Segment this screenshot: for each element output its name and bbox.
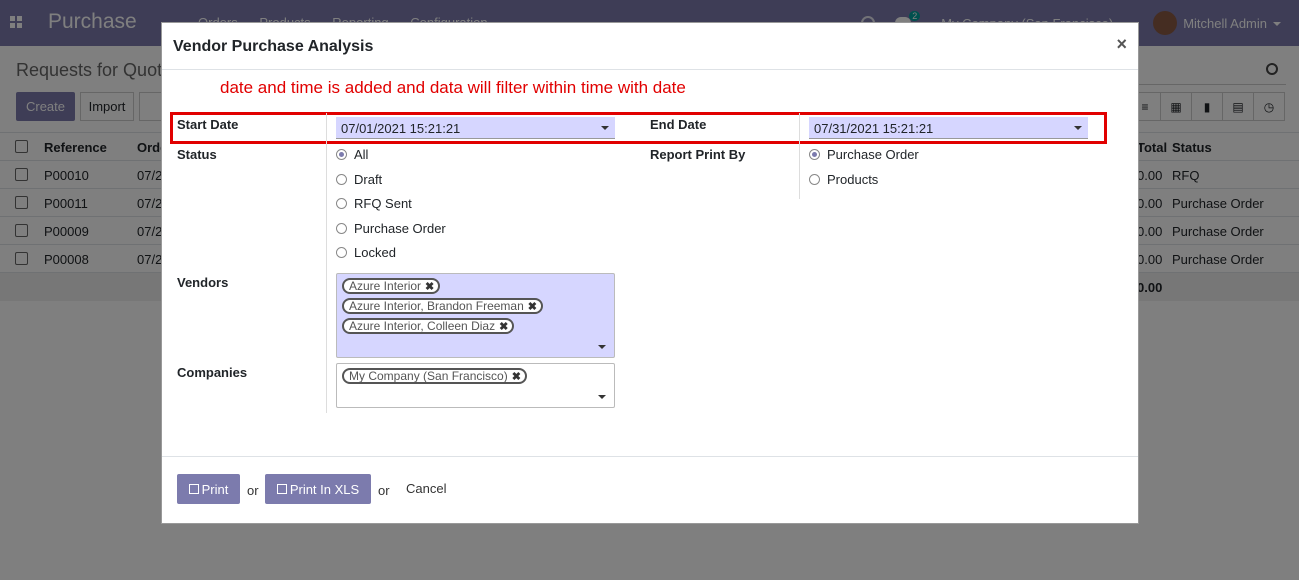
company-tag: My Company (San Francisco) ✖ — [342, 368, 527, 384]
radio-icon[interactable] — [809, 174, 820, 185]
report-print-by-label: Report Print By — [650, 147, 746, 162]
status-option-purchase-order[interactable]: Purchase Order — [336, 221, 446, 236]
radio-icon[interactable] — [336, 198, 347, 209]
chevron-down-icon[interactable] — [1074, 126, 1082, 130]
radio-icon[interactable] — [336, 223, 347, 234]
report-option-purchase-order[interactable]: Purchase Order — [809, 147, 919, 162]
start-date-input[interactable]: 07/01/2021 15:21:21 — [336, 117, 615, 139]
radio-label: Draft — [354, 172, 383, 187]
companies-label: Companies — [177, 365, 248, 380]
printer-icon — [188, 484, 199, 494]
vendor-purchase-analysis-dialog: Vendor Purchase Analysis × date and time… — [161, 22, 1139, 524]
vendors-input[interactable]: Azure Interior ✖ Azure Interior, Brandon … — [336, 273, 615, 358]
or-text: or — [378, 483, 390, 498]
label-separator — [326, 113, 327, 413]
cancel-button[interactable]: Cancel — [406, 481, 446, 496]
radio-label: Purchase Order — [354, 221, 446, 236]
or-text: or — [247, 483, 259, 498]
tag-label: My Company (San Francisco) — [349, 369, 508, 383]
status-option-locked[interactable]: Locked — [336, 245, 396, 260]
radio-label: All — [354, 147, 369, 162]
radio-label: Purchase Order — [827, 147, 919, 162]
vendor-tag: Azure Interior ✖ — [342, 278, 441, 294]
start-date-label: Start Date — [177, 117, 239, 132]
remove-tag-icon[interactable]: ✖ — [512, 370, 521, 383]
end-date-input[interactable]: 07/31/2021 15:21:21 — [809, 117, 1088, 139]
chevron-down-icon[interactable] — [598, 395, 606, 399]
file-excel-icon — [276, 484, 287, 494]
tag-label: Azure Interior, Brandon Freeman — [349, 299, 524, 313]
radio-label: RFQ Sent — [354, 196, 412, 211]
print-label: Print — [201, 481, 229, 497]
vendor-tag: Azure Interior, Colleen Diaz ✖ — [342, 318, 515, 334]
chevron-down-icon[interactable] — [598, 345, 606, 349]
remove-tag-icon[interactable]: ✖ — [528, 300, 537, 313]
start-date-value: 07/01/2021 15:21:21 — [341, 121, 461, 136]
report-option-products[interactable]: Products — [809, 172, 878, 187]
end-date-label: End Date — [650, 117, 707, 132]
status-option-rfq-sent[interactable]: RFQ Sent — [336, 196, 412, 211]
end-date-value: 07/31/2021 15:21:21 — [814, 121, 934, 136]
tag-label: Azure Interior — [349, 279, 422, 293]
print-xls-button[interactable]: Print In XLS — [265, 474, 371, 504]
modal-header: Vendor Purchase Analysis × — [162, 23, 1138, 70]
chevron-down-icon[interactable] — [601, 126, 609, 130]
radio-icon[interactable] — [336, 149, 347, 160]
vendor-tag: Azure Interior, Brandon Freeman ✖ — [342, 298, 543, 314]
radio-label: Products — [827, 172, 879, 187]
print-xls-label: Print In XLS — [289, 481, 360, 497]
radio-icon[interactable] — [809, 149, 820, 160]
modal-title: Vendor Purchase Analysis — [173, 38, 374, 55]
vendors-label: Vendors — [177, 275, 229, 290]
print-button[interactable]: Print — [177, 474, 240, 504]
close-icon[interactable]: × — [1116, 34, 1127, 55]
remove-tag-icon[interactable]: ✖ — [499, 320, 508, 333]
modal-footer: Print or Print In XLS or Cancel — [162, 456, 1138, 523]
radio-icon[interactable] — [336, 247, 347, 258]
tag-label: Azure Interior, Colleen Diaz — [349, 319, 496, 333]
remove-tag-icon[interactable]: ✖ — [425, 280, 434, 293]
status-option-all[interactable]: All — [336, 147, 368, 162]
label-separator — [799, 113, 800, 199]
status-label: Status — [177, 147, 217, 162]
annotation-text: date and time is added and data will fil… — [220, 78, 686, 97]
radio-label: Locked — [354, 245, 396, 260]
companies-input[interactable]: My Company (San Francisco) ✖ — [336, 363, 615, 408]
radio-icon[interactable] — [336, 174, 347, 185]
status-option-draft[interactable]: Draft — [336, 172, 382, 187]
